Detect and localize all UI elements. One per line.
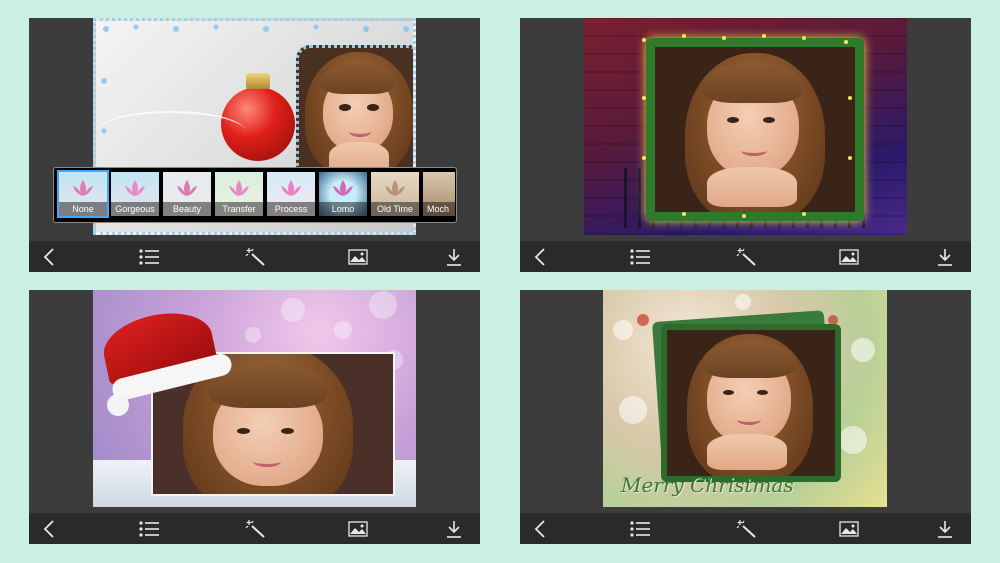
filter-thumb-lomo[interactable]: Lomo (319, 172, 367, 216)
garland-lights (642, 34, 852, 218)
filter-thumb-none[interactable]: None (57, 170, 109, 218)
app-screen-garland-frame (520, 18, 971, 272)
image-icon (348, 248, 368, 265)
photo-canvas[interactable]: Merry Christmas (603, 290, 887, 507)
back-chevron-icon (43, 247, 54, 266)
filter-label: Beauty (163, 202, 211, 216)
back-button[interactable] (520, 241, 560, 272)
photo-canvas[interactable] (93, 290, 416, 507)
lotus-icon (229, 180, 249, 196)
ornament-cap (246, 73, 270, 89)
lotus-icon (333, 180, 353, 196)
magic-wand-icon (245, 519, 265, 538)
magic-wand-icon (245, 247, 265, 266)
bottom-toolbar (520, 513, 971, 544)
lotus-icon (385, 180, 405, 196)
list-icon (139, 520, 159, 537)
filter-thumb-gorgeous[interactable]: Gorgeous (111, 172, 159, 216)
list-icon (630, 248, 650, 265)
list-button[interactable] (620, 241, 660, 272)
filter-label: Lomo (319, 202, 367, 216)
portrait-frame (661, 324, 841, 482)
bottom-toolbar (29, 241, 480, 272)
download-button[interactable] (434, 513, 474, 544)
download-button[interactable] (434, 241, 474, 272)
magic-wand-button[interactable] (726, 513, 766, 544)
magic-wand-button[interactable] (235, 513, 275, 544)
image-button[interactable] (338, 241, 378, 272)
magic-wand-button[interactable] (235, 241, 275, 272)
photo-canvas[interactable] (584, 18, 907, 235)
list-button[interactable] (129, 241, 169, 272)
filter-label: None (59, 202, 107, 216)
filter-thumb-transfer[interactable]: Transfer (215, 172, 263, 216)
back-button[interactable] (29, 241, 69, 272)
app-screen-merry-christmas-frame: Merry Christmas (520, 290, 971, 544)
filter-label: Old Time (371, 202, 419, 216)
santa-hat-pompom (107, 394, 129, 416)
back-chevron-icon (534, 247, 545, 266)
filter-strip[interactable]: None Gorgeous Beauty Transfer Process Lo… (53, 167, 457, 223)
lotus-icon (281, 180, 301, 196)
filter-label: Transfer (215, 202, 263, 216)
filter-label: Gorgeous (111, 202, 159, 216)
merry-christmas-text: Merry Christmas (621, 473, 794, 497)
download-icon (938, 248, 952, 266)
filter-label: Process (267, 202, 315, 216)
app-screen-santa-hat-frame (29, 290, 480, 544)
image-icon (839, 520, 859, 537)
back-chevron-icon (43, 519, 54, 538)
list-button[interactable] (620, 513, 660, 544)
app-screen-filters: None Gorgeous Beauty Transfer Process Lo… (29, 18, 480, 272)
download-icon (938, 520, 952, 538)
magic-wand-button[interactable] (726, 241, 766, 272)
filter-thumb-old-time[interactable]: Old Time (371, 172, 419, 216)
portrait-frame (296, 45, 413, 181)
swoosh-decoration (96, 111, 246, 153)
magic-wand-icon (736, 519, 756, 538)
lotus-icon (73, 180, 93, 196)
download-icon (447, 520, 461, 538)
image-icon (348, 520, 368, 537)
download-icon (447, 248, 461, 266)
back-button[interactable] (520, 513, 560, 544)
image-button[interactable] (829, 513, 869, 544)
back-button[interactable] (29, 513, 69, 544)
list-icon (139, 248, 159, 265)
image-button[interactable] (338, 513, 378, 544)
lotus-icon (125, 180, 145, 196)
back-chevron-icon (534, 519, 545, 538)
magic-wand-icon (736, 247, 756, 266)
download-button[interactable] (925, 513, 965, 544)
bottom-toolbar (29, 513, 480, 544)
image-icon (839, 248, 859, 265)
list-icon (630, 520, 650, 537)
download-button[interactable] (925, 241, 965, 272)
image-button[interactable] (829, 241, 869, 272)
filter-thumb-beauty[interactable]: Beauty (163, 172, 211, 216)
filter-thumb-process[interactable]: Process (267, 172, 315, 216)
filter-label: Moch (423, 202, 455, 216)
filter-thumb-moch[interactable]: Moch (423, 172, 455, 216)
lotus-icon (177, 180, 197, 196)
list-button[interactable] (129, 513, 169, 544)
bottom-toolbar (520, 241, 971, 272)
